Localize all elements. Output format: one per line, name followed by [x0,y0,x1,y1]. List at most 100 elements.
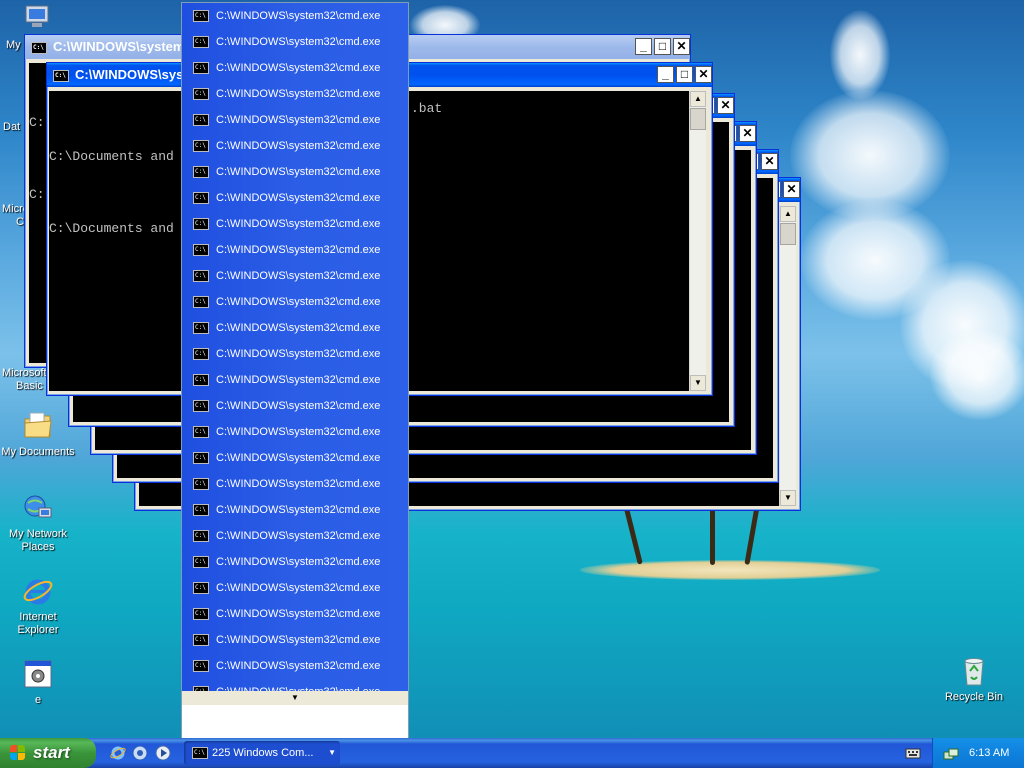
taskbar-group-button[interactable]: 225 Windows Com... ▼ [184,741,340,765]
close-button[interactable]: ✕ [695,66,712,83]
desktop-icon-my-network-places[interactable]: My Network Places [0,492,76,554]
scroll-thumb[interactable] [780,223,796,245]
desktop-icon-label: Internet Explorer [17,611,59,636]
menu-item-cmd-window[interactable]: C:\WINDOWS\system32\cmd.exe [182,133,408,159]
taskbar-group-menu-list[interactable]: C:\WINDOWS\system32\cmd.exe C:\WINDOWS\sy… [182,3,408,691]
maximize-button[interactable]: □ [676,66,693,83]
menu-item-cmd-window[interactable]: C:\WINDOWS\system32\cmd.exe [182,55,408,81]
menu-item-cmd-window[interactable]: C:\WINDOWS\system32\cmd.exe [182,393,408,419]
desktop-icon-e[interactable]: e [0,658,76,707]
menu-item-label: C:\WINDOWS\system32\cmd.exe [216,374,381,386]
keyboard-icon[interactable] [905,746,921,760]
cmd-icon [193,452,209,464]
menu-item-label: C:\WINDOWS\system32\cmd.exe [216,192,381,204]
maximize-button[interactable]: □ [654,38,671,55]
desktop-icon-label: e [34,694,42,706]
clock[interactable]: 6:13 AM [969,738,1009,768]
menu-item-cmd-window[interactable]: C:\WINDOWS\system32\cmd.exe [182,185,408,211]
cmd-icon [53,69,69,82]
menu-item-cmd-window[interactable]: C:\WINDOWS\system32\cmd.exe [182,29,408,55]
menu-item-cmd-window[interactable]: C:\WINDOWS\system32\cmd.exe [182,653,408,679]
close-button[interactable]: ✕ [739,125,756,142]
close-button[interactable]: ✕ [673,38,690,55]
desktop-icon-my-documents[interactable]: My Documents [0,410,76,459]
cmd-icon [193,530,209,542]
menu-item-cmd-window[interactable]: C:\WINDOWS\system32\cmd.exe [182,679,408,691]
menu-scroll-down-arrow[interactable]: ▼ [182,691,408,705]
menu-item-label: C:\WINDOWS\system32\cmd.exe [216,296,381,308]
scroll-thumb[interactable] [690,108,706,130]
scroll-up-button[interactable]: ▲ [780,206,796,222]
cmd-icon [193,140,209,152]
menu-item-cmd-window[interactable]: C:\WINDOWS\system32\cmd.exe [182,107,408,133]
menu-item-label: C:\WINDOWS\system32\cmd.exe [216,166,381,178]
menu-item-cmd-window[interactable]: C:\WINDOWS\system32\cmd.exe [182,497,408,523]
desktop-icon-internet-explorer[interactable]: Internet Explorer [0,575,76,637]
menu-item-cmd-window[interactable]: C:\WINDOWS\system32\cmd.exe [182,315,408,341]
menu-item-cmd-window[interactable]: C:\WINDOWS\system32\cmd.exe [182,211,408,237]
close-button[interactable]: ✕ [761,153,778,170]
cmd-icon [193,478,209,490]
cmd-icon [193,556,209,568]
quick-launch-media-icon[interactable] [132,745,148,761]
menu-item-label: C:\WINDOWS\system32\cmd.exe [216,478,381,490]
menu-item-cmd-window[interactable]: C:\WINDOWS\system32\cmd.exe [182,237,408,263]
menu-item-label: C:\WINDOWS\system32\cmd.exe [216,582,381,594]
quick-launch-media-player-icon[interactable] [155,745,171,761]
folder-icon [22,410,54,442]
menu-item-cmd-window[interactable]: C:\WINDOWS\system32\cmd.exe [182,445,408,471]
scroll-down-button[interactable]: ▼ [780,490,796,506]
menu-item-cmd-window[interactable]: C:\WINDOWS\system32\cmd.exe [182,367,408,393]
cmd-icon [193,400,209,412]
menu-item-label: C:\WINDOWS\system32\cmd.exe [216,660,381,672]
menu-item-cmd-window[interactable]: C:\WINDOWS\system32\cmd.exe [182,471,408,497]
start-button[interactable]: start [0,738,96,768]
scroll-down-button[interactable]: ▼ [690,375,706,391]
console-line-fragment: .bat [411,101,443,116]
desktop-label-partial: C [16,216,24,228]
minimize-button[interactable]: _ [657,66,674,83]
menu-item-label: C:\WINDOWS\system32\cmd.exe [216,114,381,126]
cmd-icon [193,36,209,48]
cloud [930,330,1024,420]
vertical-scrollbar[interactable]: ▲ ▼ [779,206,796,506]
my-computer-icon[interactable] [23,4,53,30]
cmd-icon [193,374,209,386]
desktop-label-partial: Basic [16,380,43,392]
minimize-button[interactable]: _ [635,38,652,55]
menu-item-cmd-window[interactable]: C:\WINDOWS\system32\cmd.exe [182,549,408,575]
scroll-up-button[interactable]: ▲ [690,91,706,107]
menu-item-cmd-window[interactable]: C:\WINDOWS\system32\cmd.exe [182,627,408,653]
menu-item-cmd-window[interactable]: C:\WINDOWS\system32\cmd.exe [182,341,408,367]
quick-launch-internet-explorer-icon[interactable] [110,745,126,761]
menu-item-cmd-window[interactable]: C:\WINDOWS\system32\cmd.exe [182,3,408,29]
internet-explorer-icon [22,575,54,607]
menu-item-label: C:\WINDOWS\system32\cmd.exe [216,530,381,542]
menu-item-cmd-window[interactable]: C:\WINDOWS\system32\cmd.exe [182,523,408,549]
menu-item-label: C:\WINDOWS\system32\cmd.exe [216,218,381,230]
menu-item-label: C:\WINDOWS\system32\cmd.exe [216,504,381,516]
menu-item-label: C:\WINDOWS\system32\cmd.exe [216,244,381,256]
desktop-icon-label: Recycle Bin [944,691,1004,703]
taskbar-group-menu[interactable]: C:\WINDOWS\system32\cmd.exe C:\WINDOWS\sy… [181,2,409,739]
menu-item-cmd-window[interactable]: C:\WINDOWS\system32\cmd.exe [182,419,408,445]
cmd-icon [193,426,209,438]
close-button[interactable]: ✕ [783,181,800,198]
desktop-icon-label: My Documents [1,446,75,458]
cmd-icon [193,348,209,360]
desktop-icon-recycle-bin[interactable]: Recycle Bin [936,655,1012,704]
vertical-scrollbar[interactable]: ▲ ▼ [689,91,706,391]
menu-item-cmd-window[interactable]: C:\WINDOWS\system32\cmd.exe [182,601,408,627]
windows-flag-icon [10,745,26,761]
cmd-icon [192,747,208,759]
menu-item-label: C:\WINDOWS\system32\cmd.exe [216,426,381,438]
menu-item-cmd-window[interactable]: C:\WINDOWS\system32\cmd.exe [182,289,408,315]
close-button[interactable]: ✕ [717,97,734,114]
menu-item-cmd-window[interactable]: C:\WINDOWS\system32\cmd.exe [182,159,408,185]
menu-item-cmd-window[interactable]: C:\WINDOWS\system32\cmd.exe [182,263,408,289]
menu-item-cmd-window[interactable]: C:\WINDOWS\system32\cmd.exe [182,575,408,601]
cmd-icon [31,41,47,54]
menu-item-cmd-window[interactable]: C:\WINDOWS\system32\cmd.exe [182,81,408,107]
system-tray: 6:13 AM [932,738,1024,768]
network-tray-icon[interactable] [943,745,959,761]
